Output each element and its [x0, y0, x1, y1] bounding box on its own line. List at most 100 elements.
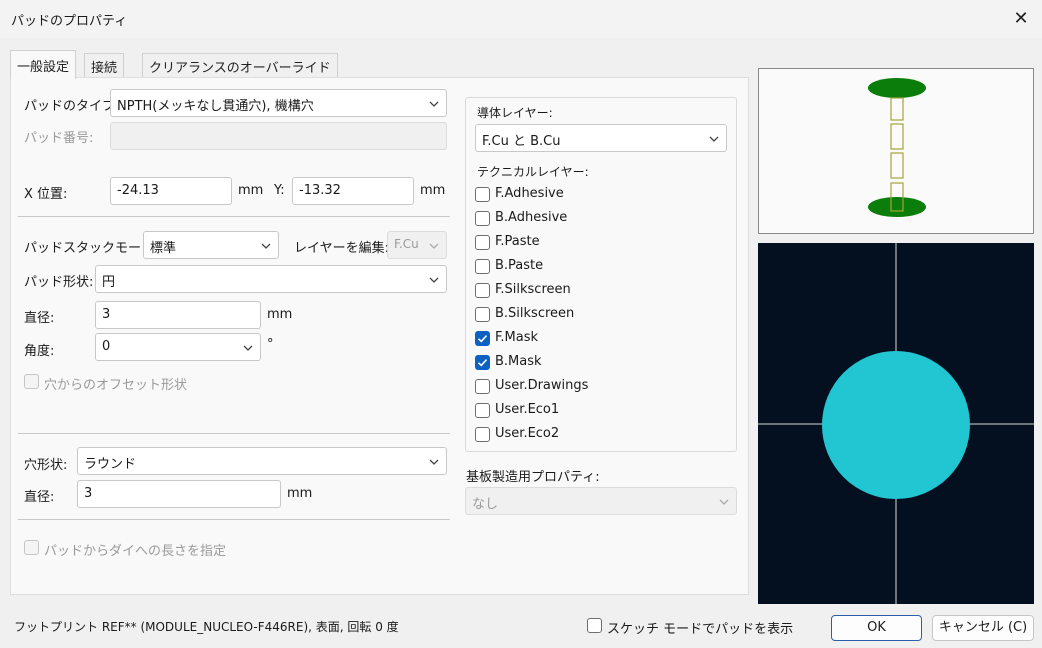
window-title: パッドのプロパティ — [11, 14, 128, 29]
layer-checkbox[interactable] — [475, 355, 490, 370]
y-position-label: Y: — [274, 183, 285, 198]
sketch-mode-checkbox[interactable] — [587, 618, 602, 633]
pad-type-label: パッドのタイプ: — [24, 99, 120, 114]
pad-preview-drawing — [758, 243, 1034, 604]
technical-layers-label: テクニカルレイヤー: — [477, 165, 589, 179]
layer-checkbox-label: F.Mask — [495, 330, 539, 345]
layer-checkbox-label: User.Eco2 — [495, 426, 560, 441]
chevron-down-icon — [429, 243, 439, 249]
angle-select[interactable]: 0 — [95, 333, 261, 361]
hole-diameter-label: 直径: — [24, 490, 55, 505]
footprint-info: フットプリント REF** (MODULE_NUCLEO-F446RE), 表面… — [14, 620, 399, 634]
layer-checkbox[interactable] — [475, 379, 490, 394]
title-bar — [0, 0, 1042, 38]
chevron-down-icon — [429, 101, 439, 107]
divider — [18, 519, 450, 520]
angle-unit: ° — [267, 337, 274, 352]
hole-shape-label: 穴形状: — [24, 458, 68, 473]
stack-mode-value: 標準 — [150, 241, 177, 256]
offset-checkbox[interactable] — [24, 374, 39, 389]
x-position-input[interactable]: -24.13 — [110, 177, 232, 205]
chevron-down-icon — [719, 499, 729, 505]
sketch-mode-label: スケッチ モードでパッドを表示 — [607, 622, 794, 637]
x-unit: mm — [238, 183, 264, 198]
chevron-down-icon — [243, 345, 253, 351]
stack-mode-label: パッドスタックモード: — [24, 241, 159, 256]
top-copper-pad — [868, 78, 926, 98]
chevron-down-icon — [709, 136, 719, 142]
pad-shape-label: パッド形状: — [24, 275, 94, 290]
pad-shape-value: 円 — [102, 275, 116, 290]
edit-layer-label: レイヤーを編集: — [294, 241, 389, 256]
tab-general[interactable]: 一般設定 — [10, 50, 77, 79]
pad-number-label: パッド番号: — [24, 131, 94, 146]
fab-property-select[interactable]: なし — [465, 487, 737, 515]
layer-checkbox-label: B.Silkscreen — [495, 306, 575, 321]
layer-checkbox[interactable] — [475, 187, 490, 202]
layer-checkbox[interactable] — [475, 427, 490, 442]
pad-shape-preview — [758, 243, 1034, 604]
cancel-button[interactable]: キャンセル (C) — [932, 615, 1034, 641]
y-unit: mm — [420, 183, 446, 198]
layer-checkbox-label: F.Adhesive — [495, 186, 564, 201]
divider — [18, 433, 450, 434]
diameter-label: 直径: — [24, 311, 55, 326]
layer-checkbox[interactable] — [475, 259, 490, 274]
layer-checkbox[interactable] — [475, 403, 490, 418]
pad-cross-section-preview — [758, 68, 1034, 234]
copper-layers-select[interactable]: F.Cu と B.Cu — [475, 124, 727, 152]
layer-checkbox[interactable] — [475, 331, 490, 346]
hole-diameter-input[interactable]: 3 — [77, 480, 281, 508]
copper-layers-label: 導体レイヤー: — [477, 106, 553, 120]
pad-type-select[interactable]: NPTH(メッキなし貫通穴), 機構穴 — [110, 89, 447, 117]
cross-section-drawing — [868, 78, 926, 217]
layer-checkbox[interactable] — [475, 235, 490, 250]
hole-diameter-unit: mm — [287, 486, 313, 501]
pad-number-input[interactable] — [110, 122, 447, 150]
divider — [18, 216, 450, 217]
layer-checkbox-label: B.Adhesive — [495, 210, 568, 225]
fab-property-value: なし — [472, 497, 499, 512]
hole-wall-segment — [890, 123, 904, 150]
pad-type-value: NPTH(メッキなし貫通穴), 機構穴 — [117, 99, 314, 114]
tab-connection[interactable]: 接続 — [84, 53, 125, 78]
close-icon[interactable]: ✕ — [1008, 6, 1034, 32]
angle-label: 角度: — [24, 344, 55, 359]
layer-checkbox-label: User.Eco1 — [495, 402, 560, 417]
layer-checkbox-label: F.Silkscreen — [495, 282, 571, 297]
hole-wall-segment — [890, 97, 904, 121]
die-length-checkbox[interactable] — [24, 540, 39, 555]
ok-button[interactable]: OK — [831, 615, 922, 641]
copper-layers-value: F.Cu と B.Cu — [482, 134, 561, 149]
layer-checkbox-label: F.Paste — [495, 234, 540, 249]
layer-checkbox[interactable] — [475, 307, 490, 322]
bottom-copper-pad — [868, 197, 926, 217]
y-position-input[interactable]: -13.32 — [292, 177, 414, 205]
angle-value: 0 — [102, 339, 111, 354]
stack-mode-select[interactable]: 標準 — [143, 231, 279, 259]
layer-checkbox-label: B.Mask — [495, 354, 542, 369]
die-length-label: パッドからダイへの長さを指定 — [44, 544, 227, 559]
diameter-unit: mm — [267, 307, 293, 322]
chevron-down-icon — [429, 277, 439, 283]
tab-clearance-override[interactable]: クリアランスのオーバーライド — [142, 53, 338, 78]
offset-label: 穴からのオフセット形状 — [44, 378, 188, 393]
layer-checkbox[interactable] — [475, 211, 490, 226]
edit-layer-select[interactable]: F.Cu — [387, 231, 447, 259]
chevron-down-icon — [429, 459, 439, 465]
hole-shape-value: ラウンド — [84, 457, 137, 472]
pad-shape-select[interactable]: 円 — [95, 265, 447, 293]
layer-checkbox-label: B.Paste — [495, 258, 544, 273]
chevron-down-icon — [261, 243, 271, 249]
x-position-label: X 位置: — [24, 187, 68, 202]
layer-checkbox-label: User.Drawings — [495, 378, 589, 393]
checkmark-icon — [477, 359, 488, 367]
layer-checkbox[interactable] — [475, 283, 490, 298]
fab-property-label: 基板製造用プロパティ: — [466, 470, 600, 485]
pad-circle — [822, 351, 970, 499]
diameter-input[interactable]: 3 — [95, 301, 261, 329]
hole-wall-segment — [890, 152, 904, 179]
hole-shape-select[interactable]: ラウンド — [77, 447, 447, 475]
checkmark-icon — [477, 335, 488, 343]
edit-layer-value: F.Cu — [394, 237, 419, 251]
